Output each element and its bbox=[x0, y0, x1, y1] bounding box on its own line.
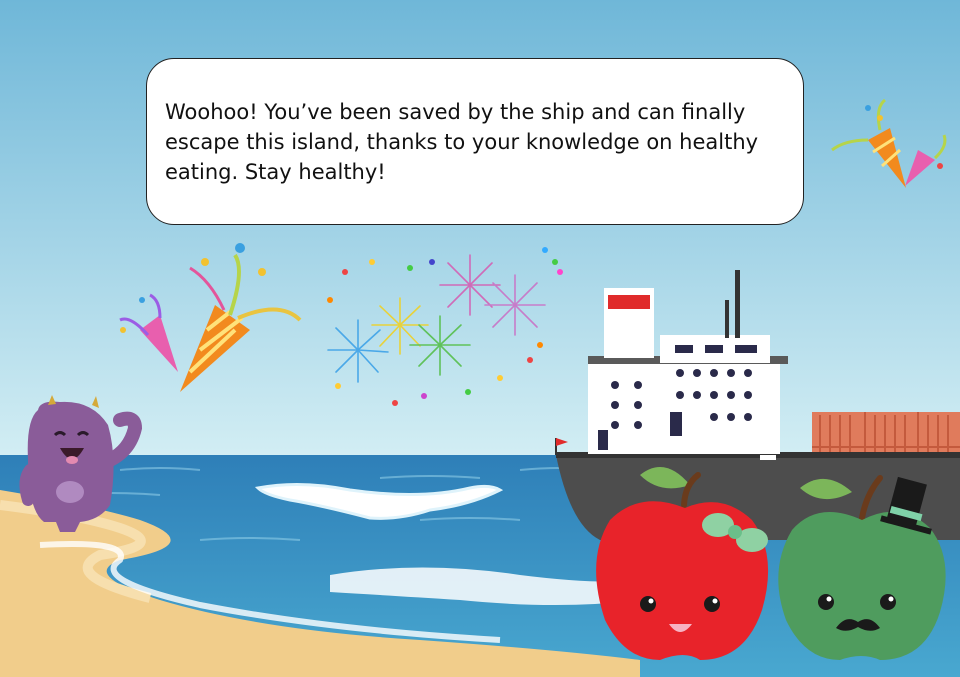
dialog-message: Woohoo! You’ve been saved by the ship an… bbox=[165, 100, 759, 184]
firework-magenta bbox=[484, 274, 546, 336]
firework-green bbox=[409, 315, 471, 376]
firework-pink bbox=[439, 254, 501, 316]
dialog-bubble: Woohoo! You’ve been saved by the ship an… bbox=[146, 58, 804, 225]
